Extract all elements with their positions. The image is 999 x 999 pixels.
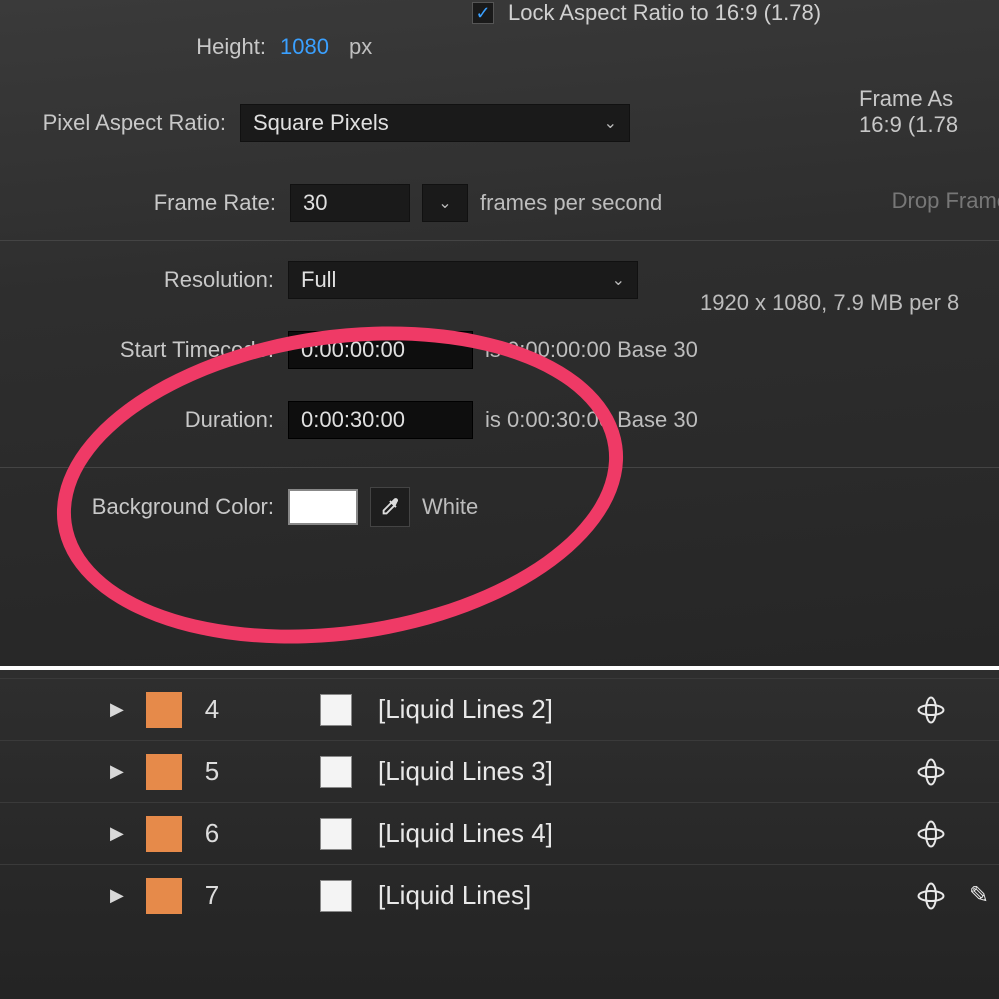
resolution-label: Resolution:	[0, 267, 288, 293]
composition-settings-panel: ✓ Lock Aspect Ratio to 16:9 (1.78) Heigh…	[0, 0, 999, 666]
layer-color-chip[interactable]	[146, 754, 182, 790]
chevron-down-icon: ⌄	[604, 113, 617, 133]
layer-name: [Liquid Lines 2]	[370, 694, 893, 725]
layer-color-chip[interactable]	[146, 816, 182, 852]
pixel-aspect-label: Pixel Aspect Ratio:	[0, 110, 240, 136]
chevron-down-icon: ⌄	[612, 270, 625, 290]
eyedropper-icon	[379, 496, 401, 518]
layer-number: 6	[200, 818, 224, 849]
layer-row[interactable]: ▶ 5 [Liquid Lines 3]	[0, 740, 999, 802]
3d-layer-icon[interactable]	[911, 879, 951, 913]
start-timecode-info: is 0:00:00:00 Base 30	[485, 337, 698, 363]
edit-icon[interactable]: ✎	[969, 881, 999, 910]
twirl-icon[interactable]: ▶	[110, 823, 128, 844]
twirl-icon[interactable]: ▶	[110, 885, 128, 906]
height-unit: px	[349, 34, 372, 60]
timeline-layers-panel: ▶ 4 [Liquid Lines 2] ▶ 5 [Liquid Lines 3…	[0, 666, 999, 999]
layer-name: [Liquid Lines 3]	[370, 756, 893, 787]
twirl-icon[interactable]: ▶	[110, 761, 128, 782]
framerate-dropdown[interactable]: ⌄	[422, 184, 468, 222]
layer-number: 7	[200, 880, 224, 911]
background-color-label: Background Color:	[0, 494, 288, 520]
visibility-toggle[interactable]	[320, 756, 352, 788]
start-timecode-input[interactable]: 0:00:00:00	[288, 331, 473, 369]
duration-info: is 0:00:30:00 Base 30	[485, 407, 698, 433]
framerate-label: Frame Rate:	[0, 190, 290, 216]
pixel-aspect-value: Square Pixels	[253, 110, 389, 136]
layer-row[interactable]: ▶ 6 [Liquid Lines 4]	[0, 802, 999, 864]
3d-layer-icon[interactable]	[911, 755, 951, 789]
layer-color-chip[interactable]	[146, 878, 182, 914]
twirl-icon[interactable]: ▶	[110, 699, 128, 720]
drop-frame-label: Drop Frame	[892, 188, 999, 214]
background-color-name: White	[422, 494, 478, 520]
duration-label: Duration:	[0, 407, 288, 433]
lock-aspect-checkbox[interactable]: ✓	[472, 2, 494, 24]
pixel-aspect-dropdown[interactable]: Square Pixels ⌄	[240, 104, 630, 142]
chevron-down-icon: ⌄	[438, 193, 451, 213]
lock-aspect-label: Lock Aspect Ratio to 16:9 (1.78)	[508, 0, 821, 26]
frame-aspect-readout: Frame As 16:9 (1.78	[859, 86, 999, 139]
lock-aspect-row: ✓ Lock Aspect Ratio to 16:9 (1.78)	[472, 0, 821, 26]
layer-name: [Liquid Lines 4]	[370, 818, 893, 849]
layer-number: 4	[200, 694, 224, 725]
eyedropper-button[interactable]	[370, 487, 410, 527]
layer-name: [Liquid Lines]	[370, 880, 893, 911]
background-color-swatch[interactable]	[288, 489, 358, 525]
layer-row[interactable]: ▶ 4 [Liquid Lines 2]	[0, 678, 999, 740]
3d-layer-icon[interactable]	[911, 693, 951, 727]
visibility-toggle[interactable]	[320, 818, 352, 850]
visibility-toggle[interactable]	[320, 694, 352, 726]
visibility-toggle[interactable]	[320, 880, 352, 912]
layer-color-chip[interactable]	[146, 692, 182, 728]
height-value[interactable]: 1080	[280, 34, 329, 60]
resolution-dropdown[interactable]: Full ⌄	[288, 261, 638, 299]
resolution-info: 1920 x 1080, 7.9 MB per 8	[700, 290, 959, 316]
framerate-unit: frames per second	[480, 190, 662, 216]
layer-number: 5	[200, 756, 224, 787]
duration-input[interactable]: 0:00:30:00	[288, 401, 473, 439]
framerate-input[interactable]: 30	[290, 184, 410, 222]
layer-row[interactable]: ▶ 7 [Liquid Lines] ✎	[0, 864, 999, 926]
3d-layer-icon[interactable]	[911, 817, 951, 851]
start-timecode-label: Start Timecode:	[0, 337, 288, 363]
height-label: Height:	[0, 34, 280, 60]
